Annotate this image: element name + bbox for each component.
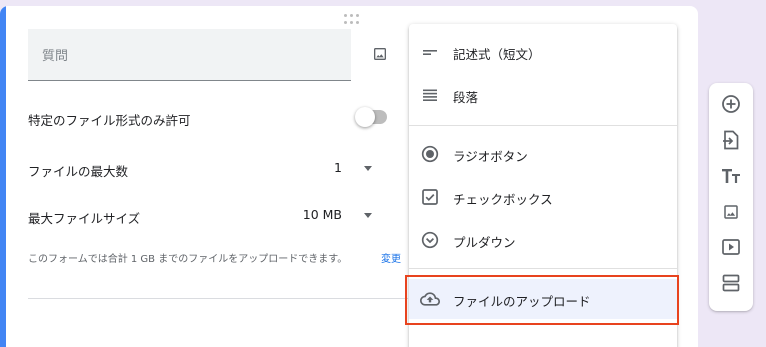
question-type-menu: 記述式（短文） 段落 ラジオボタン チェックボックス プルダウン ファイルのアッ… — [409, 24, 677, 347]
specific-file-types-toggle[interactable] — [355, 107, 387, 127]
question-input[interactable]: 質問 — [28, 29, 351, 81]
image-icon — [374, 48, 386, 60]
add-question-icon — [722, 95, 740, 113]
menu-divider — [409, 125, 677, 126]
max-files-label: ファイルの最大数 — [28, 164, 129, 179]
question-placeholder: 質問 — [42, 49, 69, 64]
menu-item-paragraph[interactable]: 段落 — [409, 75, 677, 115]
menu-item-label: チェックボックス — [453, 192, 553, 207]
menu-divider — [409, 268, 677, 269]
max-file-size-select[interactable]: 10 MB — [290, 203, 372, 227]
menu-item-label: 記述式（短文） — [453, 47, 541, 62]
add-image-button[interactable] — [719, 200, 743, 224]
max-file-size-label: 最大ファイルサイズ — [28, 211, 141, 226]
add-section-icon — [722, 274, 740, 292]
dropdown-icon — [419, 229, 441, 251]
menu-item-dropdown[interactable]: プルダウン — [409, 220, 677, 260]
chevron-down-icon — [364, 213, 372, 218]
checkbox-icon — [419, 186, 441, 208]
add-question-button[interactable] — [719, 92, 743, 116]
divider — [28, 298, 408, 299]
specific-file-types-label: 特定のファイル形式のみ許可 — [28, 113, 191, 128]
menu-item-label: ラジオボタン — [453, 149, 528, 164]
quota-note: このフォームでは合計 1 GB までのファイルをアップロードできます。 — [28, 254, 348, 265]
menu-item-checkbox[interactable]: チェックボックス — [409, 177, 677, 217]
drag-handle-icon[interactable] — [344, 14, 360, 24]
menu-item-file-upload[interactable]: ファイルのアップロード — [409, 279, 677, 319]
add-image-button[interactable] — [364, 38, 396, 70]
add-title-icon — [722, 169, 740, 183]
import-questions-button[interactable] — [719, 128, 743, 152]
cloud-upload-icon — [419, 288, 441, 310]
menu-item-radio-button[interactable]: ラジオボタン — [409, 134, 677, 174]
menu-item-label: プルダウン — [453, 235, 516, 250]
add-video-icon — [722, 239, 740, 255]
import-questions-icon — [723, 130, 739, 150]
short-answer-icon — [419, 41, 441, 63]
menu-item-label: 段落 — [453, 90, 479, 105]
floating-toolbar — [709, 83, 753, 311]
add-title-button[interactable] — [719, 164, 743, 188]
add-image-icon — [724, 205, 738, 219]
add-section-button[interactable] — [719, 271, 743, 295]
max-files-value: 1 — [334, 160, 342, 175]
add-video-button[interactable] — [719, 235, 743, 259]
change-quota-link[interactable]: 変更 — [381, 250, 401, 265]
max-file-size-value: 10 MB — [302, 207, 342, 222]
card-focus-accent — [0, 6, 6, 347]
toggle-knob — [355, 107, 375, 127]
chevron-down-icon — [364, 166, 372, 171]
menu-item-short-answer[interactable]: 記述式（短文） — [409, 32, 677, 72]
menu-item-label: ファイルのアップロード — [453, 294, 591, 309]
paragraph-icon — [419, 84, 441, 106]
max-files-select[interactable]: 1 — [300, 156, 372, 180]
radio-button-icon — [419, 143, 441, 165]
